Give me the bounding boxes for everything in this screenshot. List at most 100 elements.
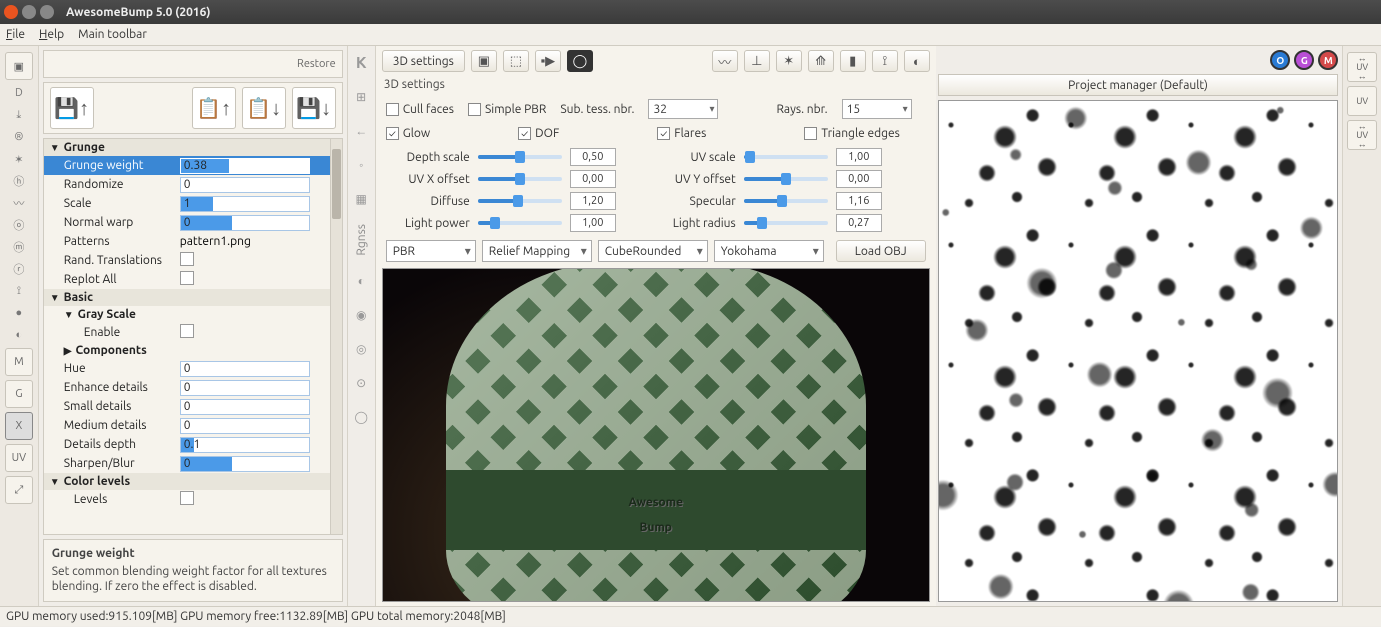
rail-m-button[interactable]: M — [5, 348, 33, 376]
mid-icon-1[interactable]: ⊞ — [352, 88, 370, 106]
rail-dot-icon[interactable]: ◐ — [8, 326, 30, 344]
mid-icon-9[interactable]: ◯ — [352, 408, 370, 426]
row-medium-details[interactable]: Medium details 0 — [44, 416, 330, 435]
mid-icon-7[interactable]: ◎ — [352, 340, 370, 358]
mid-rgnss-label[interactable]: Rgnss — [355, 224, 368, 256]
target-icon[interactable]: ◯ — [567, 50, 593, 72]
cube-icon[interactable]: ▣ — [471, 50, 497, 72]
light-radius-slider[interactable]: Light radius0,27 — [656, 214, 882, 232]
row-replot-all[interactable]: Replot All — [44, 270, 330, 289]
restore-link[interactable]: Restore — [297, 58, 336, 70]
clipboard-up-icon[interactable]: 📋↑ — [192, 87, 236, 129]
light-power-slider[interactable]: Light power1,00 — [390, 214, 616, 232]
properties-scrollbar[interactable] — [330, 139, 342, 534]
mid-icon-5[interactable]: ◐ — [352, 272, 370, 290]
menu-main-toolbar[interactable]: Main toolbar — [78, 28, 147, 41]
rail-wave-icon[interactable]: 〰 — [8, 194, 30, 212]
rail-m-dot-icon[interactable]: ● — [8, 304, 30, 322]
uv-scale-slider[interactable]: UV scale1,00 — [656, 148, 882, 166]
sub-tess-dropdown[interactable]: 32 — [648, 99, 718, 119]
depth-scale-slider[interactable]: Depth scale0,50 — [390, 148, 616, 166]
simple-pbr-checkbox[interactable]: Simple PBR — [468, 103, 546, 116]
badge-o-icon[interactable]: O — [1270, 50, 1290, 70]
uv-button-2[interactable]: UV — [1347, 86, 1377, 116]
mid-icon-6[interactable]: ◉ — [352, 306, 370, 324]
rail-arrow-icon[interactable]: ⤓ — [8, 106, 30, 124]
mapping-combo[interactable]: Relief Mapping — [482, 240, 592, 262]
row-details-depth[interactable]: Details depth 0.1 — [44, 435, 330, 454]
row-patterns[interactable]: Patterns pattern1.png — [44, 232, 330, 251]
rail-star-icon[interactable]: ✶ — [8, 150, 30, 168]
rail-o-icon[interactable]: ⓞ — [8, 216, 30, 234]
window-minimize-button[interactable] — [22, 5, 36, 19]
rail-uv-button[interactable]: UV — [5, 444, 33, 472]
subsection-gray-scale[interactable]: ▼Gray Scale — [44, 306, 330, 323]
uv-button-3[interactable]: ↔UV↔ — [1347, 120, 1377, 150]
row-normal-warp[interactable]: Normal warp 0 — [44, 213, 330, 232]
flares-checkbox[interactable]: Flares — [657, 127, 706, 140]
wire-cube-icon[interactable]: ⬚ — [503, 50, 529, 72]
row-scale[interactable]: Scale 1 — [44, 194, 330, 213]
rays-dropdown[interactable]: 15 — [842, 99, 912, 119]
rand-translations-checkbox[interactable] — [180, 252, 194, 266]
levels-checkbox[interactable] — [180, 491, 194, 505]
mid-k-icon[interactable]: K — [356, 54, 367, 72]
row-small-details[interactable]: Small details 0 — [44, 397, 330, 416]
menu-help[interactable]: Help — [39, 28, 64, 41]
row-randomize[interactable]: Randomize 0 — [44, 175, 330, 194]
window-close-button[interactable] — [4, 5, 18, 19]
rail-cube-icon[interactable]: ▣ — [5, 52, 33, 80]
row-levels[interactable]: Levels — [44, 490, 330, 509]
graph-1-icon[interactable]: 〰 — [712, 50, 738, 72]
enable-checkbox[interactable] — [180, 324, 194, 338]
glow-checkbox[interactable]: Glow — [386, 127, 430, 140]
subsection-components[interactable]: ▶Components — [44, 342, 330, 359]
section-basic[interactable]: ▼Basic — [44, 289, 330, 306]
camera-icon[interactable]: ▪▶ — [535, 50, 561, 72]
save-up-icon[interactable]: 💾↑ — [50, 87, 94, 129]
row-grunge-weight[interactable]: Grunge weight 0.38 — [44, 156, 330, 175]
graph-4-icon[interactable]: ⟰ — [808, 50, 834, 72]
section-color-levels[interactable]: ▼Color levels — [44, 473, 330, 490]
rail-m-icon[interactable]: ⓜ — [8, 238, 30, 256]
mid-icon-8[interactable]: ⊙ — [352, 374, 370, 392]
triangle-edges-checkbox[interactable]: Triangle edges — [804, 127, 900, 140]
section-grunge[interactable]: ▼Grunge — [44, 139, 330, 156]
uv-button-1[interactable]: ↔UV↔ — [1347, 52, 1377, 82]
specular-slider[interactable]: Specular1,16 — [656, 192, 882, 210]
3d-preview-viewport[interactable]: AwesomeBump — [382, 268, 930, 602]
badge-m-icon[interactable]: M — [1318, 50, 1338, 70]
rail-r2-icon[interactable]: ⓡ — [8, 260, 30, 278]
row-rand-translations[interactable]: Rand. Translations — [44, 251, 330, 270]
rail-d-icon[interactable]: D — [8, 84, 30, 102]
shading-combo[interactable]: PBR — [386, 240, 476, 262]
menu-file[interactable]: File — [6, 28, 25, 41]
row-hue[interactable]: Hue 0 — [44, 359, 330, 378]
uv-x-offset-slider[interactable]: UV X offset0,00 — [390, 170, 616, 188]
dof-checkbox[interactable]: DOF — [518, 127, 559, 140]
row-sharpen-blur[interactable]: Sharpen/Blur 0 — [44, 454, 330, 473]
graph-6-icon[interactable]: ⟟ — [872, 50, 898, 72]
mid-icon-2[interactable]: ← — [352, 122, 370, 140]
mid-icon-4[interactable]: ▦ — [352, 190, 370, 208]
row-enhance-details[interactable]: Enhance details 0 — [44, 378, 330, 397]
rail-bars-icon[interactable]: ⟟ — [8, 282, 30, 300]
row-enable[interactable]: Enable — [44, 323, 330, 342]
2d-preview-viewport[interactable] — [938, 100, 1339, 602]
graph-2-icon[interactable]: ⊥ — [744, 50, 770, 72]
clipboard-down-icon[interactable]: 📋↓ — [242, 87, 286, 129]
rail-g-button[interactable]: G — [5, 380, 33, 408]
mesh-combo[interactable]: CubeRounded — [598, 240, 708, 262]
badge-g-icon[interactable]: G — [1294, 50, 1314, 70]
uv-y-offset-slider[interactable]: UV Y offset0,00 — [656, 170, 882, 188]
window-maximize-button[interactable] — [40, 5, 54, 19]
env-combo[interactable]: Yokohama — [714, 240, 824, 262]
3d-settings-button[interactable]: 3D settings — [382, 50, 465, 72]
graph-3-icon[interactable]: ✶ — [776, 50, 802, 72]
mid-icon-3[interactable]: ◦ — [352, 156, 370, 174]
diffuse-slider[interactable]: Diffuse1,20 — [390, 192, 616, 210]
replot-all-checkbox[interactable] — [180, 271, 194, 285]
rail-resize-button[interactable]: ⤢ — [5, 476, 33, 504]
save-down-icon[interactable]: 💾↓ — [292, 87, 336, 129]
cull-faces-checkbox[interactable]: Cull faces — [386, 103, 454, 116]
